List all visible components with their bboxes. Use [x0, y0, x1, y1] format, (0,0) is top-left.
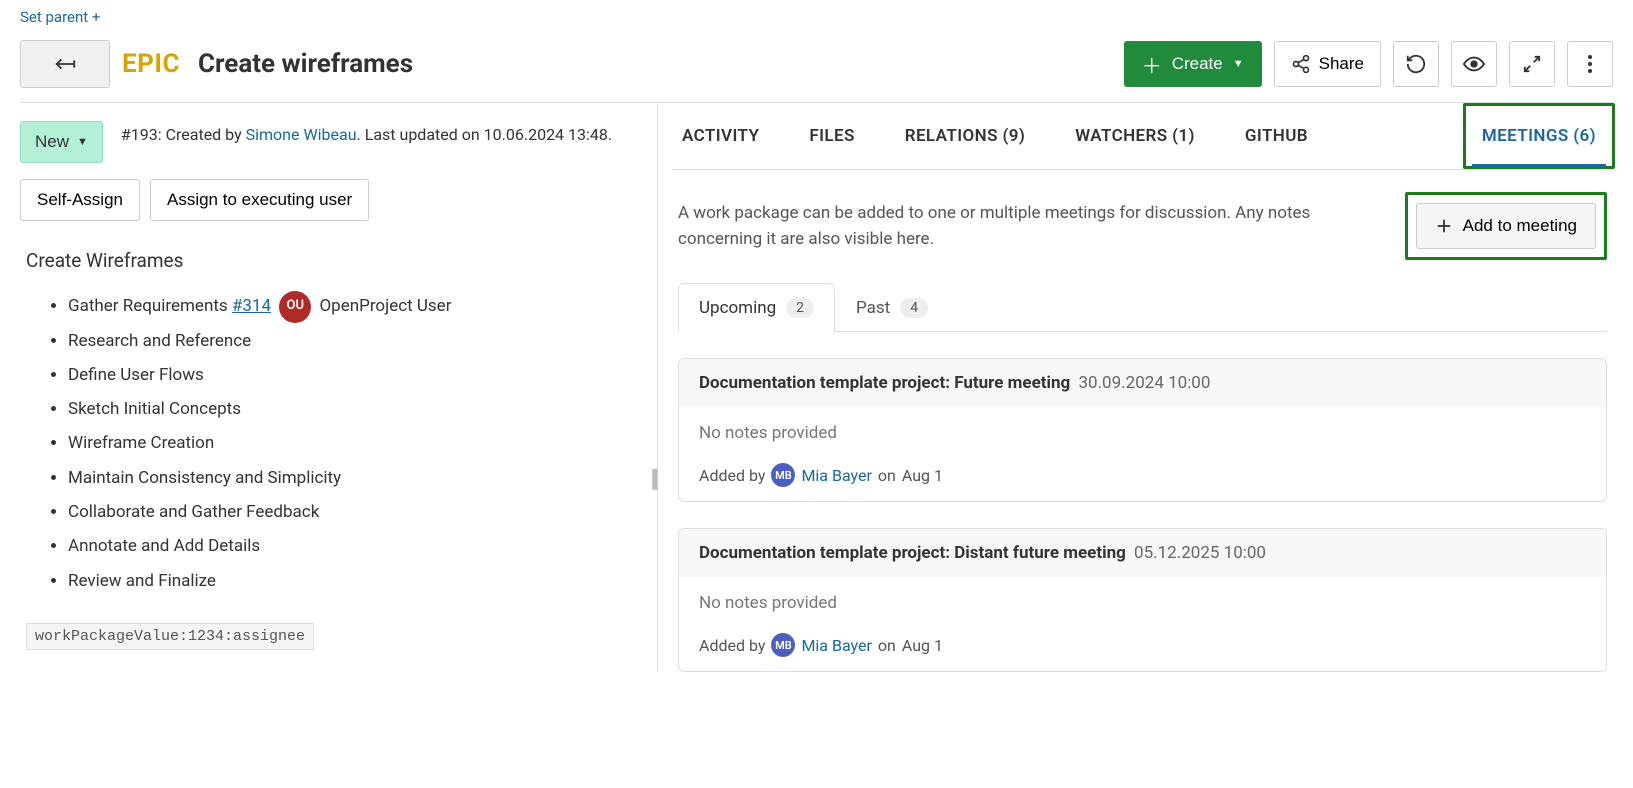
plus-icon	[1435, 217, 1453, 235]
macro-code: workPackageValue:1234:assignee	[26, 623, 314, 650]
tab-relations[interactable]: RELATIONS (9)	[901, 106, 1030, 166]
meeting-title: Documentation template project: Distant …	[699, 543, 1126, 563]
meetings-intro-text: A work package can be added to one or mu…	[678, 200, 1389, 253]
description-title: Create Wireframes	[26, 249, 637, 272]
activity-button[interactable]	[1393, 41, 1439, 87]
tab-files[interactable]: FILES	[805, 106, 858, 166]
plus-icon: +	[92, 8, 101, 26]
fullscreen-button[interactable]	[1509, 41, 1555, 87]
back-arrow-icon	[54, 56, 76, 72]
assign-executing-button[interactable]: Assign to executing user	[150, 179, 369, 221]
type-label: EPIC	[122, 49, 180, 79]
set-parent-label: Set parent	[20, 8, 88, 26]
tab-watchers[interactable]: WATCHERS (1)	[1071, 106, 1199, 166]
count-badge: 2	[786, 298, 814, 318]
create-label: Create	[1172, 54, 1223, 74]
back-button[interactable]	[20, 40, 110, 88]
share-button[interactable]: Share	[1274, 41, 1381, 87]
watch-button[interactable]	[1451, 41, 1497, 87]
share-icon	[1291, 54, 1311, 74]
author-link[interactable]: Mia Bayer	[801, 636, 871, 655]
tab-activity[interactable]: ACTIVITY	[678, 106, 763, 166]
chevron-down-icon: ▼	[77, 136, 88, 148]
highlight-box: MEETINGS (6)	[1463, 103, 1615, 169]
subtab-upcoming[interactable]: Upcoming 2	[678, 283, 835, 332]
list-item: Wireframe Creation	[68, 427, 637, 459]
list-item: Sketch Initial Concepts	[68, 393, 637, 425]
more-button[interactable]	[1567, 41, 1613, 87]
list-item: Collaborate and Gather Feedback	[68, 496, 637, 528]
meeting-header[interactable]: Documentation template project: Future m…	[679, 359, 1606, 407]
list-item: Maintain Consistency and Simplicity	[68, 462, 637, 494]
avatar: MB	[771, 463, 795, 487]
plus-icon: ＋	[1142, 50, 1162, 79]
mention-name[interactable]: OpenProject User	[319, 296, 451, 316]
avatar: OU	[279, 291, 311, 323]
list-item: Research and Reference	[68, 325, 637, 357]
list-item: Annotate and Add Details	[68, 530, 637, 562]
list-item: Review and Finalize	[68, 565, 637, 597]
meeting-title: Documentation template project: Future m…	[699, 373, 1070, 393]
meeting-header[interactable]: Documentation template project: Distant …	[679, 529, 1606, 577]
add-meeting-label: Add to meeting	[1463, 216, 1577, 236]
meeting-card: Documentation template project: Distant …	[678, 528, 1607, 672]
eye-icon	[1463, 56, 1485, 72]
list-item: Gather Requirements #314 OU OpenProject …	[68, 290, 637, 323]
added-by-row: Added by MB Mia Bayer on Aug 1	[699, 463, 1586, 487]
self-assign-button[interactable]: Self-Assign	[20, 179, 140, 221]
status-dropdown[interactable]: New ▼	[20, 121, 103, 163]
wp-reference-link[interactable]: #314	[232, 296, 271, 316]
meeting-card: Documentation template project: Future m…	[678, 358, 1607, 502]
avatar: MB	[771, 633, 795, 657]
create-button[interactable]: ＋ Create ▼	[1124, 41, 1262, 87]
tab-meetings[interactable]: MEETINGS (6)	[1478, 106, 1600, 166]
page-title[interactable]: Create wireframes	[198, 49, 413, 79]
task-list: Gather Requirements #314 OU OpenProject …	[68, 290, 637, 597]
activity-icon	[1405, 53, 1427, 75]
fullscreen-icon	[1523, 55, 1541, 73]
no-notes-text: No notes provided	[699, 423, 1586, 443]
no-notes-text: No notes provided	[699, 593, 1586, 613]
author-link[interactable]: Mia Bayer	[801, 466, 871, 485]
resize-handle[interactable]: ▮▮	[651, 470, 659, 490]
share-label: Share	[1319, 54, 1364, 74]
count-badge: 4	[900, 298, 928, 318]
tab-github[interactable]: GITHUB	[1241, 106, 1312, 166]
highlight-box: Add to meeting	[1405, 192, 1607, 260]
set-parent-link[interactable]: Set parent +	[20, 8, 100, 26]
meeting-date: 30.09.2024 10:00	[1078, 373, 1210, 393]
added-by-row: Added by MB Mia Bayer on Aug 1	[699, 633, 1586, 657]
add-to-meeting-button[interactable]: Add to meeting	[1416, 203, 1596, 249]
subtab-label: Upcoming	[699, 298, 776, 318]
meeting-date: 05.12.2025 10:00	[1134, 543, 1266, 563]
kebab-icon	[1587, 54, 1593, 74]
meta-info: #193: Created by Simone Wibeau. Last upd…	[121, 121, 612, 148]
status-label: New	[35, 132, 69, 152]
author-link[interactable]: Simone Wibeau	[246, 125, 357, 144]
chevron-down-icon: ▼	[1233, 58, 1244, 70]
subtab-past[interactable]: Past 4	[835, 283, 949, 332]
list-item: Define User Flows	[68, 359, 637, 391]
subtab-label: Past	[856, 298, 890, 318]
